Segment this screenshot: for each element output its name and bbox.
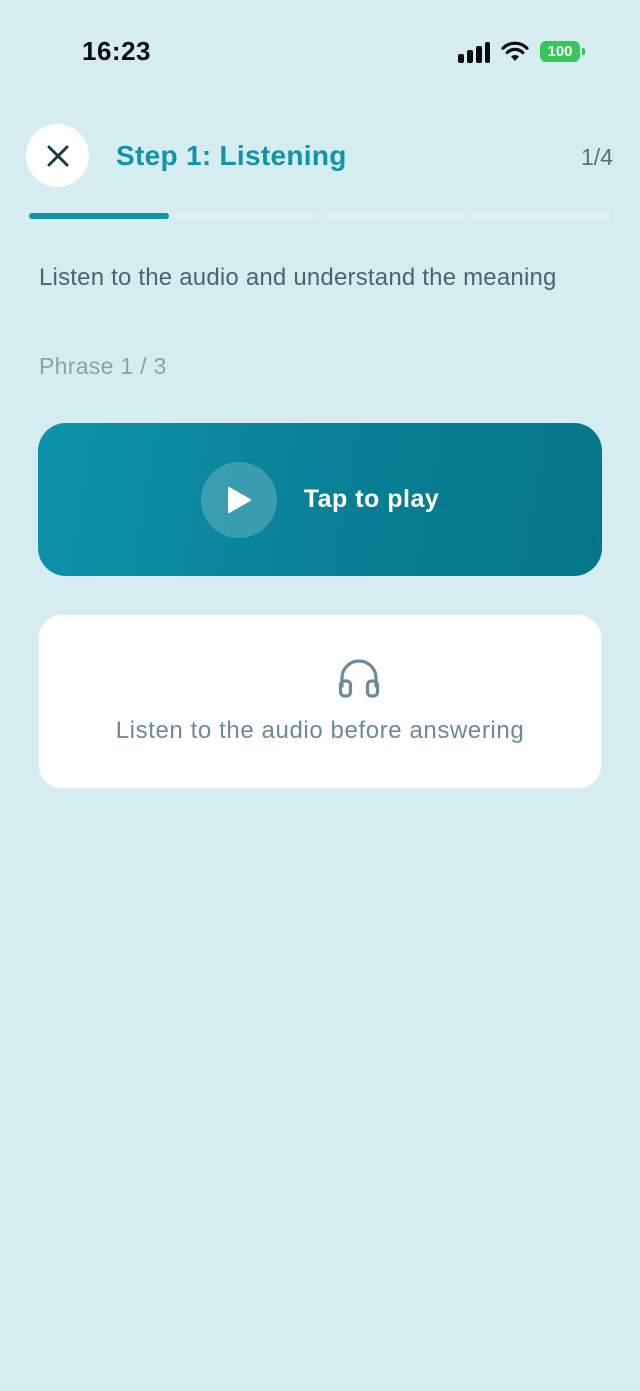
screen: 16:23 100 Step 1: Listening 1/4 Listen t…	[0, 0, 640, 1391]
close-button[interactable]	[26, 124, 89, 187]
progress-segment	[324, 213, 464, 219]
progress-segment	[29, 213, 169, 219]
hint-text: Listen to the audio before answering	[115, 717, 525, 744]
status-bar: 16:23 100	[0, 0, 640, 100]
play-icon	[227, 486, 251, 513]
progress-segment	[177, 213, 317, 219]
cellular-signal-icon	[458, 41, 492, 63]
battery-indicator: 100	[540, 41, 580, 62]
progress-segment	[471, 213, 611, 219]
instruction-text: Listen to the audio and understand the m…	[39, 264, 557, 291]
battery-tip	[582, 48, 585, 55]
close-icon	[47, 145, 68, 166]
play-button-circle	[200, 461, 277, 538]
play-audio-button[interactable]: Tap to play	[38, 423, 602, 576]
play-label: Tap to play	[303, 485, 440, 513]
headphones-icon	[338, 659, 380, 698]
status-time: 16:23	[82, 36, 151, 66]
step-counter: 1/4	[581, 144, 613, 170]
listen-hint-card: Listen to the audio before answering	[38, 614, 602, 789]
wifi-icon	[501, 41, 529, 61]
phrase-counter: Phrase 1 / 3	[39, 353, 167, 379]
step-title: Step 1: Listening	[116, 140, 347, 171]
step-progress-bar	[29, 213, 611, 219]
